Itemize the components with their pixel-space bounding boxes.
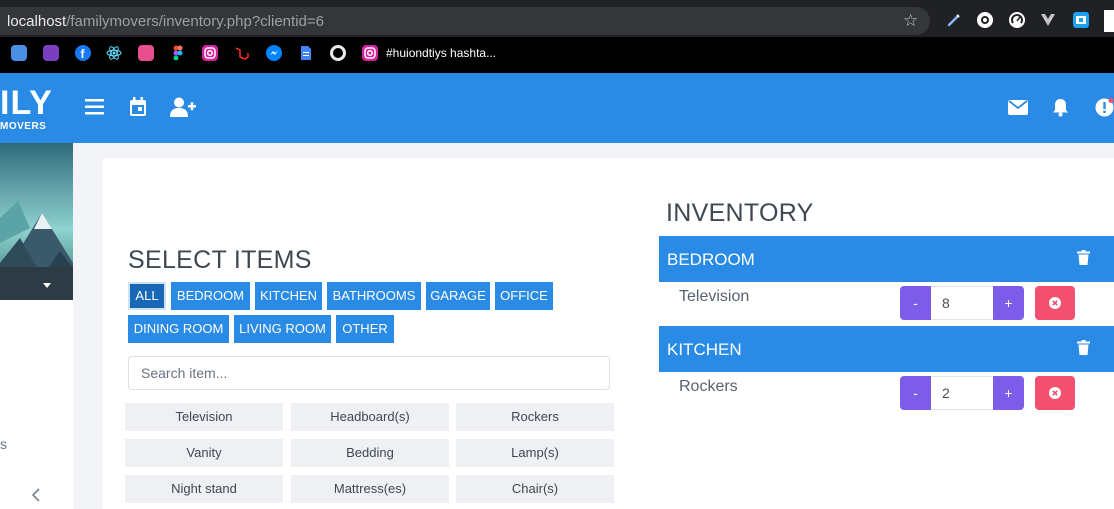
bookmarks-bar — [0, 37, 1114, 73]
group-title: BEDROOM — [667, 250, 755, 269]
chevron-left-icon[interactable] — [31, 488, 41, 507]
inventory-group-header: KITCHEN — [659, 326, 1114, 372]
facebook-bookmark-icon[interactable]: f — [75, 45, 91, 61]
profile-edge-icon[interactable] — [1104, 10, 1114, 32]
inventory-item-name: Television — [679, 288, 750, 305]
select-items-heading: SELECT ITEMS — [128, 246, 312, 274]
bell-icon[interactable] — [1052, 98, 1069, 122]
vue-extension-icon[interactable] — [1040, 12, 1056, 28]
item-button[interactable]: Headboard(s) — [291, 403, 449, 431]
item-button[interactable]: Vanity — [125, 439, 283, 467]
mail-icon[interactable] — [1008, 100, 1028, 120]
category-kitchen-button[interactable]: KITCHEN — [255, 282, 322, 310]
messenger-bookmark-icon[interactable] — [266, 45, 282, 61]
item-button[interactable]: Chair(s) — [456, 475, 614, 503]
item-button[interactable]: Lamp(s) — [456, 439, 614, 467]
quantity-input[interactable]: 8 — [931, 286, 993, 320]
group-title: KITCHEN — [667, 340, 742, 359]
url-path: /familymovers/inventory.php?clientid=6 — [66, 13, 324, 30]
category-bathrooms-button[interactable]: BATHROOMS — [327, 282, 421, 310]
github-bookmark-icon[interactable] — [330, 45, 346, 61]
laravel-bookmark-icon[interactable] — [234, 45, 250, 61]
sidebar-partial-text[interactable]: s — [0, 436, 7, 452]
category-bedroom-button[interactable]: BEDROOM — [171, 282, 250, 310]
url-host: localhost — [7, 13, 67, 30]
svg-text:f: f — [81, 47, 86, 61]
url-text[interactable]: localhost/familymovers/inventory.php?cli… — [7, 13, 324, 30]
react-bookmark-icon[interactable] — [106, 45, 122, 61]
extension-icon[interactable] — [977, 12, 993, 28]
docs-bookmark-icon[interactable] — [298, 45, 314, 61]
bookmark-icon[interactable] — [11, 45, 27, 61]
item-button[interactable]: Night stand — [125, 475, 283, 503]
category-dining-room-button[interactable]: DINING ROOM — [128, 315, 229, 343]
item-button[interactable]: Rockers — [456, 403, 614, 431]
add-user-icon[interactable] — [170, 97, 196, 122]
item-button[interactable]: Bedding — [291, 439, 449, 467]
calendar-icon[interactable] — [129, 97, 147, 122]
figma-bookmark-icon[interactable] — [170, 45, 186, 61]
alert-icon[interactable] — [1095, 98, 1114, 122]
remove-item-button[interactable] — [1035, 286, 1075, 320]
item-button[interactable]: Mattress(es) — [291, 475, 449, 503]
item-button[interactable]: Television — [125, 403, 283, 431]
inventory-group-header: BEDROOM — [659, 236, 1114, 282]
trash-icon[interactable] — [1077, 250, 1090, 271]
bookmark-label[interactable]: #huiondtiys hashta... — [386, 46, 496, 60]
decrement-button[interactable]: - — [900, 376, 931, 410]
category-living-room-button[interactable]: LIVING ROOM — [234, 315, 331, 343]
category-all-button[interactable]: ALL — [128, 282, 166, 310]
trash-icon[interactable] — [1077, 340, 1090, 361]
remove-item-button[interactable] — [1035, 376, 1075, 410]
category-other-button[interactable]: OTHER — [336, 315, 394, 343]
bookmark-star-icon[interactable]: ☆ — [903, 11, 918, 31]
menu-icon[interactable] — [85, 98, 105, 121]
category-office-button[interactable]: OFFICE — [495, 282, 553, 310]
instagram-bookmark-icon[interactable] — [362, 45, 378, 61]
app-header — [0, 73, 1114, 143]
category-garage-button[interactable]: GARAGE — [426, 282, 490, 310]
inventory-heading: INVENTORY — [666, 199, 814, 227]
bookmark-icon[interactable] — [138, 45, 154, 61]
instagram-bookmark-icon[interactable] — [202, 45, 218, 61]
logo-text[interactable]: ILY — [0, 86, 53, 120]
inventory-item-name: Rockers — [679, 378, 738, 395]
translate-extension-icon[interactable] — [1073, 12, 1089, 28]
speedometer-extension-icon[interactable] — [1009, 12, 1025, 28]
quantity-input[interactable]: 2 — [931, 376, 993, 410]
search-input[interactable]: Search item... — [128, 356, 610, 390]
bookmark-icon[interactable] — [43, 45, 59, 61]
increment-button[interactable]: + — [993, 286, 1024, 320]
increment-button[interactable]: + — [993, 376, 1024, 410]
logo-subtext: MOVERS — [0, 121, 47, 132]
decrement-button[interactable]: - — [900, 286, 931, 320]
sidebar-profile-image — [0, 143, 73, 300]
pen-extension-icon[interactable] — [946, 12, 962, 28]
